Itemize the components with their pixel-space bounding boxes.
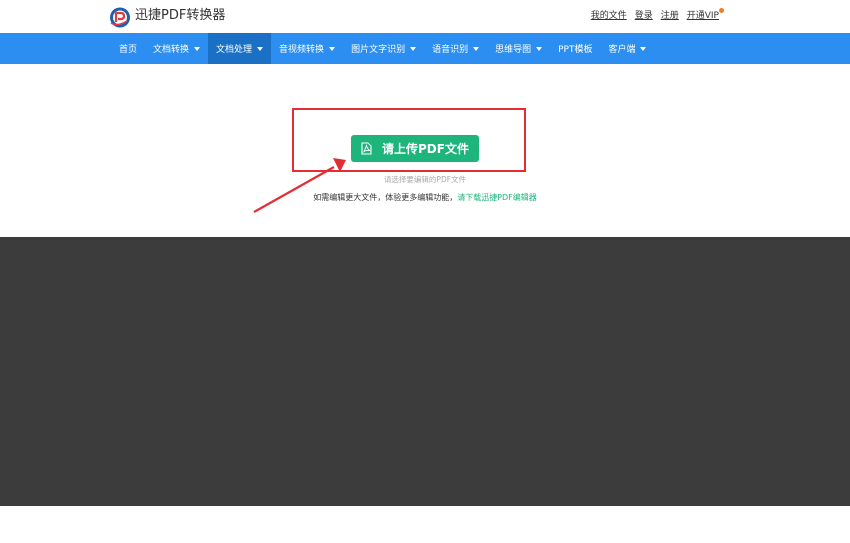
- chevron-down-icon: [257, 46, 264, 51]
- chevron-down-icon: [410, 46, 417, 51]
- page: 迅捷PDF转换器 我的文件 登录 注册 开通VIP 首页 文档转换 文档处理 音视频转…: [0, 0, 850, 543]
- main-nav: 首页 文档转换 文档处理 音视频转换 图片文字识别 语音识别 思维导图 PPT模板 客户端: [0, 33, 850, 64]
- nav-item-7[interactable]: PPT模板: [550, 33, 600, 64]
- upload-button-label: 请上传PDF文件: [382, 142, 469, 156]
- vip-badge-icon: [719, 8, 724, 13]
- pdf-file-icon: [361, 142, 372, 155]
- chevron-down-icon: [329, 46, 336, 51]
- chevron-down-icon: [194, 46, 201, 51]
- register-link[interactable]: 注册: [661, 10, 679, 22]
- nav-item-label: 文档转换: [153, 45, 190, 55]
- nav-item-label: 文档处理: [216, 45, 253, 55]
- nav-item-4[interactable]: 图片文字识别: [343, 33, 424, 64]
- login-link[interactable]: 登录: [635, 10, 653, 22]
- nav-item-8[interactable]: 客户端: [600, 33, 654, 64]
- upload-hint: 请选择要编辑的PDF文件: [383, 175, 467, 184]
- nav-item-label: 语音识别: [432, 45, 469, 55]
- nav-item-2[interactable]: 文档处理: [208, 33, 272, 64]
- footer-strip: [0, 506, 850, 543]
- editor-note: 如需编辑更大文件，体验更多编辑功能，请下载迅捷PDF编辑器: [0, 192, 850, 203]
- nav-item-label: 客户端: [608, 45, 636, 55]
- my-files-link[interactable]: 我的文件: [591, 10, 627, 22]
- vip-label: 开通VIP: [686, 11, 719, 21]
- nav-item-label: 思维导图: [495, 45, 532, 55]
- nav-item-label: 图片文字识别: [351, 45, 406, 55]
- upload-pdf-button[interactable]: 请上传PDF文件: [351, 135, 479, 162]
- editor-note-text: 如需编辑更大文件，体验更多编辑功能，: [313, 193, 458, 202]
- nav-item-label: 首页: [119, 45, 138, 55]
- nav-item-label: 音视频转换: [279, 45, 325, 55]
- download-editor-link[interactable]: 请下载迅捷PDF编辑器: [457, 193, 537, 202]
- top-links: 我的文件 登录 注册 开通VIP: [591, 8, 724, 22]
- nav-items: 首页 文档转换 文档处理 音视频转换 图片文字识别 语音识别 思维导图 PPT模板 客户端: [111, 33, 654, 64]
- preview-panel: [0, 237, 850, 506]
- nav-item-5[interactable]: 语音识别: [424, 33, 487, 64]
- nav-item-label: PPT模板: [558, 45, 593, 55]
- nav-item-6[interactable]: 思维导图: [487, 33, 550, 64]
- brand-name: 迅捷PDF转换器: [135, 8, 226, 23]
- chevron-down-icon: [473, 46, 480, 51]
- nav-item-3[interactable]: 音视频转换: [271, 33, 343, 64]
- vip-link[interactable]: 开通VIP: [686, 8, 724, 22]
- top-header: 迅捷PDF转换器 我的文件 登录 注册 开通VIP: [0, 0, 850, 33]
- logo-icon: [110, 7, 130, 28]
- chevron-down-icon: [536, 46, 543, 51]
- nav-item-0[interactable]: 首页: [111, 33, 145, 64]
- chevron-down-icon: [640, 46, 647, 51]
- nav-item-1[interactable]: 文档转换: [145, 33, 208, 64]
